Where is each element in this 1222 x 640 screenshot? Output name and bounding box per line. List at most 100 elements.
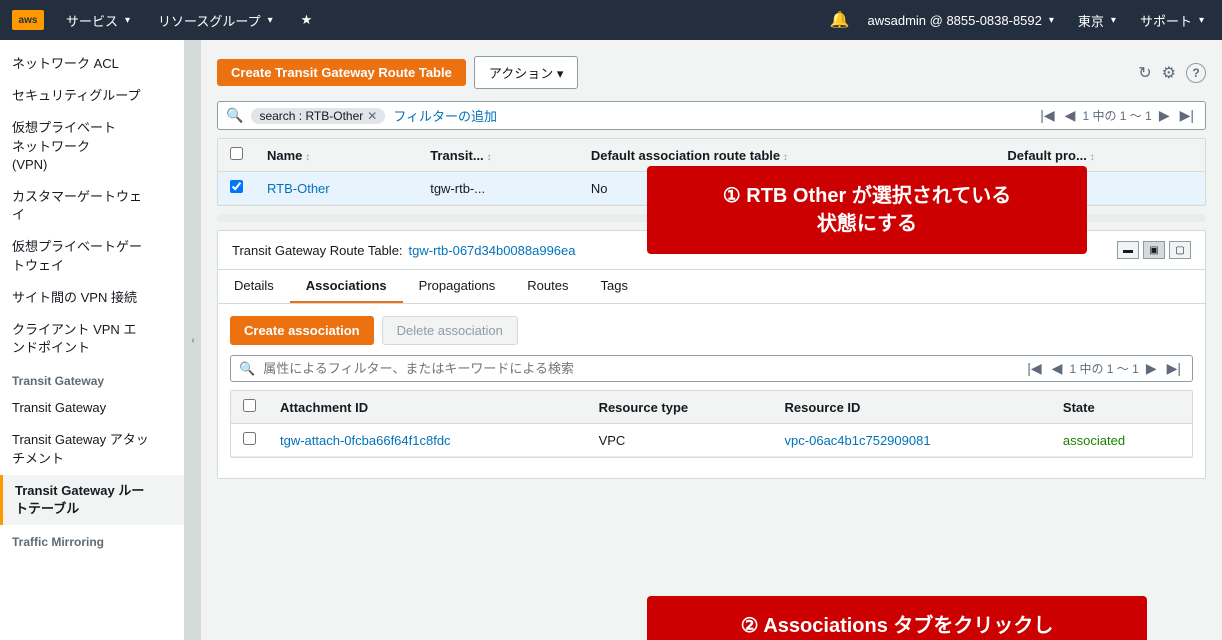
tab-associations[interactable]: Associations	[290, 270, 403, 303]
sidebar-item-network-acl[interactable]: ネットワーク ACL	[0, 48, 184, 80]
associations-tab-content: Create association Delete association 🔍 …	[218, 304, 1205, 478]
assoc-row-checkbox[interactable]	[243, 432, 256, 445]
sidebar-item-client-vpn[interactable]: クライアント VPN エ ンドポイント	[0, 314, 184, 364]
select-all-checkbox[interactable]	[230, 147, 243, 160]
view-icon-full[interactable]: ▢	[1169, 241, 1191, 259]
settings-icon[interactable]: ⚙	[1162, 63, 1176, 83]
assoc-resource-type: VPC	[587, 424, 773, 457]
first-page-btn[interactable]: |◀	[1037, 107, 1057, 124]
associations-table-container: Attachment ID Resource type Resource ID …	[230, 390, 1193, 458]
inner-filter-bar: 🔍 |◀ ◀ 1 中の 1 ～ 1 ▶ ▶|	[230, 355, 1193, 382]
inner-first-page-btn[interactable]: |◀	[1024, 360, 1044, 377]
inner-search-icon: 🔍	[239, 361, 255, 377]
detail-tabs: Details Associations Propagations Routes…	[218, 270, 1205, 304]
assoc-table-row[interactable]: tgw-attach-0fcba66f64f1c8fdc VPC vpc-06a…	[231, 424, 1192, 457]
inner-next-page-btn[interactable]: ▶	[1143, 360, 1160, 377]
sidebar-section-transit: Transit Gateway	[0, 364, 184, 392]
detail-title-prefix: Transit Gateway Route Table:	[232, 243, 403, 258]
create-transit-gateway-route-table-button[interactable]: Create Transit Gateway Route Table	[217, 59, 466, 86]
toolbar-icons: ↻ ⚙ ?	[1138, 63, 1206, 83]
sidebar-collapse-button[interactable]: ‹	[185, 40, 201, 640]
resources-menu[interactable]: リソースグループ	[152, 7, 279, 34]
detail-panel: Transit Gateway Route Table: tgw-rtb-067…	[217, 230, 1206, 479]
inner-pagination: |◀ ◀ 1 中の 1 ～ 1 ▶ ▶|	[1024, 360, 1184, 377]
assoc-select-all-header	[231, 391, 268, 424]
help-icon[interactable]: ?	[1186, 63, 1206, 83]
annotation-2: ② Associations タブをクリックし 関連付けされていることを確認	[647, 596, 1147, 640]
row-checkbox[interactable]	[230, 180, 243, 193]
tab-routes[interactable]: Routes	[511, 270, 584, 303]
row-checkbox-cell	[218, 172, 255, 205]
assoc-resource-id[interactable]: vpc-06ac4b1c752909081	[773, 424, 1051, 457]
add-filter-link[interactable]: フィルターの追加	[393, 106, 497, 125]
select-all-header	[218, 139, 255, 172]
row-name[interactable]: RTB-Other	[255, 172, 418, 205]
actions-button[interactable]: アクション ▾	[474, 56, 579, 89]
col-state: State	[1051, 391, 1192, 424]
sidebar-item-customer-gw[interactable]: カスタマーゲートウェ イ	[0, 181, 184, 231]
sidebar-item-vpn[interactable]: 仮想プライベート ネットワーク (VPN)	[0, 112, 184, 181]
next-page-btn[interactable]: ▶	[1156, 107, 1173, 124]
actions-chevron-icon: ▾	[557, 66, 564, 81]
search-icon: 🔍	[226, 107, 243, 124]
main-content: ① RTB Other が選択されている 状態にする ② Association…	[201, 40, 1222, 640]
tab-details[interactable]: Details	[218, 270, 290, 303]
last-page-btn[interactable]: ▶|	[1177, 107, 1197, 124]
inner-prev-page-btn[interactable]: ◀	[1049, 360, 1066, 377]
tab-tags[interactable]: Tags	[585, 270, 644, 303]
sidebar-item-transit-gw-attach[interactable]: Transit Gateway アタッ チメント	[0, 424, 184, 474]
associations-table: Attachment ID Resource type Resource ID …	[231, 391, 1192, 457]
sidebar-item-transit-gw-route[interactable]: Transit Gateway ルー トテーブル	[0, 475, 184, 525]
main-wrapper: ① RTB Other が選択されている 状態にする ② Association…	[217, 56, 1206, 479]
tab-propagations[interactable]: Propagations	[403, 270, 512, 303]
sidebar-item-site-vpn[interactable]: サイト間の VPN 接続	[0, 282, 184, 314]
top-pagination: |◀ ◀ 1 中の 1 ～ 1 ▶ ▶|	[1037, 107, 1197, 124]
horizontal-scrollbar[interactable]	[217, 214, 1206, 222]
assoc-state: associated	[1051, 424, 1192, 457]
top-navigation: aws サービス リソースグループ ★ 🔔 awsadmin @ 8855-08…	[0, 0, 1222, 40]
detail-title-id[interactable]: tgw-rtb-067d34b0088a996ea	[409, 243, 576, 258]
create-association-button[interactable]: Create association	[230, 316, 374, 345]
route-table-list: Name Transit... Default association rout…	[217, 138, 1206, 206]
main-toolbar: Create Transit Gateway Route Table アクション…	[217, 56, 1206, 89]
prev-page-btn[interactable]: ◀	[1062, 107, 1079, 124]
notification-icon[interactable]: 🔔	[830, 10, 850, 30]
inner-search-input[interactable]	[263, 361, 1016, 376]
detail-header: Transit Gateway Route Table: tgw-rtb-067…	[218, 231, 1205, 270]
assoc-attachment-id[interactable]: tgw-attach-0fcba66f64f1c8fdc	[268, 424, 587, 457]
aws-logo-box: aws	[12, 10, 44, 30]
sidebar: ネットワーク ACL セキュリティグループ 仮想プライベート ネットワーク (V…	[0, 40, 185, 640]
filter-tag-remove[interactable]: ✕	[367, 109, 377, 123]
col-default-assoc[interactable]: Default association route table	[579, 139, 996, 172]
view-icon-grid[interactable]: ▣	[1143, 241, 1165, 259]
delete-association-button: Delete association	[382, 316, 518, 345]
col-name[interactable]: Name	[255, 139, 418, 172]
user-menu[interactable]: awsadmin @ 8855-0838-8592	[862, 9, 1060, 32]
assoc-toolbar: Create association Delete association	[230, 316, 1193, 345]
col-transit[interactable]: Transit...	[418, 139, 579, 172]
inner-last-page-btn[interactable]: ▶|	[1164, 360, 1184, 377]
favorites-star[interactable]: ★	[295, 8, 319, 32]
col-default-prop[interactable]: Default pro...	[995, 139, 1205, 172]
region-menu[interactable]: 東京	[1072, 7, 1122, 34]
filter-tag: search : RTB-Other ✕	[251, 108, 385, 124]
services-menu[interactable]: サービス	[60, 7, 136, 34]
support-menu[interactable]: サポート	[1134, 7, 1210, 34]
col-resource-id: Resource ID	[773, 391, 1051, 424]
sidebar-item-vpn-private-gw[interactable]: 仮想プライベートゲー トウェイ	[0, 231, 184, 281]
row-default-assoc: No	[579, 172, 996, 205]
row-transit: tgw-rtb-...	[418, 172, 579, 205]
view-icon-split[interactable]: ▬	[1117, 241, 1139, 259]
assoc-row-checkbox-cell	[231, 424, 268, 457]
sidebar-item-security-groups[interactable]: セキュリティグループ	[0, 80, 184, 112]
aws-logo[interactable]: aws	[12, 10, 44, 30]
route-table-table: Name Transit... Default association rout…	[218, 139, 1205, 205]
detail-header-left: Transit Gateway Route Table: tgw-rtb-067…	[232, 243, 576, 258]
nav-right: 🔔 awsadmin @ 8855-0838-8592 東京 サポート	[830, 7, 1210, 34]
assoc-select-all-checkbox[interactable]	[243, 399, 256, 412]
sidebar-item-transit-gw[interactable]: Transit Gateway	[0, 392, 184, 424]
filter-bar: 🔍 search : RTB-Other ✕ フィルターの追加 |◀ ◀ 1 中…	[217, 101, 1206, 130]
app-layout: ネットワーク ACL セキュリティグループ 仮想プライベート ネットワーク (V…	[0, 40, 1222, 640]
table-row[interactable]: RTB-Other tgw-rtb-... No No	[218, 172, 1205, 205]
refresh-icon[interactable]: ↻	[1138, 63, 1151, 83]
